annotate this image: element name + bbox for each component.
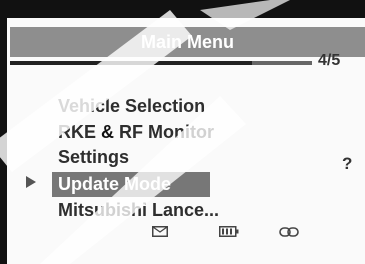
device-screen: Main Menu 4/5 Vehicle Selection RKE & RF… xyxy=(0,0,365,264)
help-button[interactable]: ? xyxy=(342,154,352,174)
menu-item-mitsubishi[interactable]: Mitsubishi Lance... xyxy=(58,198,219,223)
battery-icon xyxy=(219,226,239,237)
menu-item-label: Update Mode xyxy=(58,174,172,194)
menu-item-label-amp: & xyxy=(101,122,115,142)
link-icon xyxy=(279,227,299,237)
menu-item-settings[interactable]: Settings xyxy=(58,145,129,170)
envelope-icon xyxy=(152,226,168,237)
page-progress-fill xyxy=(10,61,252,65)
screen-frame-top xyxy=(0,0,365,18)
menu-item-label: Vehicle Selection xyxy=(58,96,206,116)
menu-item-vehicle-selection[interactable]: Vehicle Selection xyxy=(58,94,205,119)
page-indicator: 4/5 xyxy=(318,52,341,69)
page-progress-bar xyxy=(10,61,312,65)
status-bar xyxy=(0,226,365,246)
menu-item-update-mode[interactable]: Update Mode xyxy=(52,172,210,197)
page-title: Main Menu xyxy=(10,27,365,57)
menu-item-label: Mitsubishi Lance... xyxy=(58,200,220,220)
screen-frame-left xyxy=(0,0,7,264)
menu-item-label-rke: RKE xyxy=(58,122,97,142)
menu-item-label: Settings xyxy=(58,147,130,167)
menu-item-rke-rf-monitor[interactable]: RKE & RF Monitor xyxy=(58,120,214,145)
menu-item-label-rf: RF Monitor xyxy=(119,122,215,142)
selection-arrow-icon xyxy=(26,176,36,188)
